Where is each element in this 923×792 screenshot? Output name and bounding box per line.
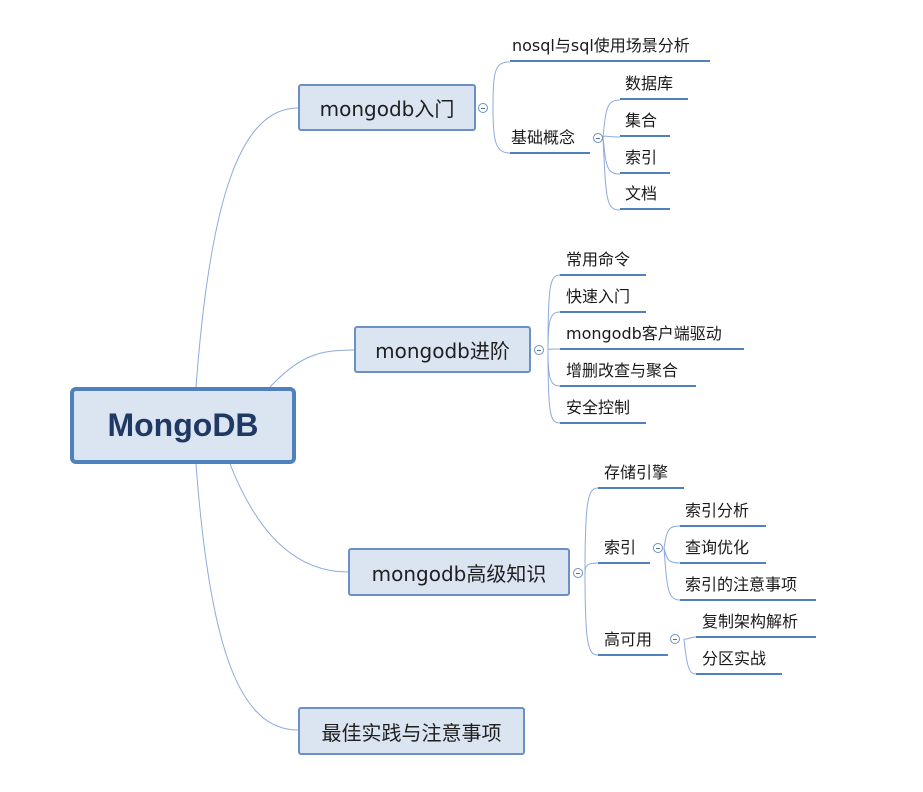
topic-basic-concepts[interactable]: 基础概念 <box>511 128 575 148</box>
collapse-expert-icon[interactable] <box>573 568 583 578</box>
index-notes[interactable]: 索引的注意事项 <box>685 575 797 595</box>
concept-index[interactable]: 索引 <box>625 148 657 168</box>
edge-root-best <box>195 463 299 731</box>
edge-root-expert <box>229 463 349 573</box>
topic-storage-engine[interactable]: 存储引擎 <box>604 463 668 483</box>
topic-security[interactable]: 安全控制 <box>566 398 630 418</box>
topic-nosql-vs-sql[interactable]: nosql与sql使用场景分析 <box>512 36 690 56</box>
branch-advanced[interactable]: mongodb进阶 <box>354 326 531 373</box>
topic-quick-start[interactable]: 快速入门 <box>566 287 630 307</box>
topic-client-driver[interactable]: mongodb客户端驱动 <box>566 324 722 344</box>
branch-best-practices[interactable]: 最佳实践与注意事项 <box>298 707 525 755</box>
topic-high-availability[interactable]: 高可用 <box>604 630 652 650</box>
concept-document[interactable]: 文档 <box>625 184 657 204</box>
topic-common-commands[interactable]: 常用命令 <box>566 250 630 270</box>
root-node[interactable]: MongoDB <box>70 387 296 464</box>
topic-index[interactable]: 索引 <box>604 538 636 558</box>
query-optimization[interactable]: 查询优化 <box>685 538 749 558</box>
index-analysis[interactable]: 索引分析 <box>685 501 749 521</box>
edge-root-advanced <box>269 349 355 388</box>
collapse-concepts-icon[interactable] <box>593 133 603 143</box>
concept-database[interactable]: 数据库 <box>625 74 673 94</box>
collapse-intro-icon[interactable] <box>478 103 488 113</box>
collapse-index-icon[interactable] <box>653 543 663 553</box>
branch-intro[interactable]: mongodb入门 <box>298 84 476 131</box>
edge-root-intro <box>195 107 299 388</box>
sharding-practice[interactable]: 分区实战 <box>702 649 766 669</box>
collapse-ha-icon[interactable] <box>670 634 680 644</box>
concept-collection[interactable]: 集合 <box>625 111 657 131</box>
topic-crud-aggregation[interactable]: 增删改查与聚合 <box>566 361 678 381</box>
collapse-advanced-icon[interactable] <box>534 345 544 355</box>
branch-expert[interactable]: mongodb高级知识 <box>348 548 570 596</box>
replication-architecture[interactable]: 复制架构解析 <box>702 612 798 632</box>
